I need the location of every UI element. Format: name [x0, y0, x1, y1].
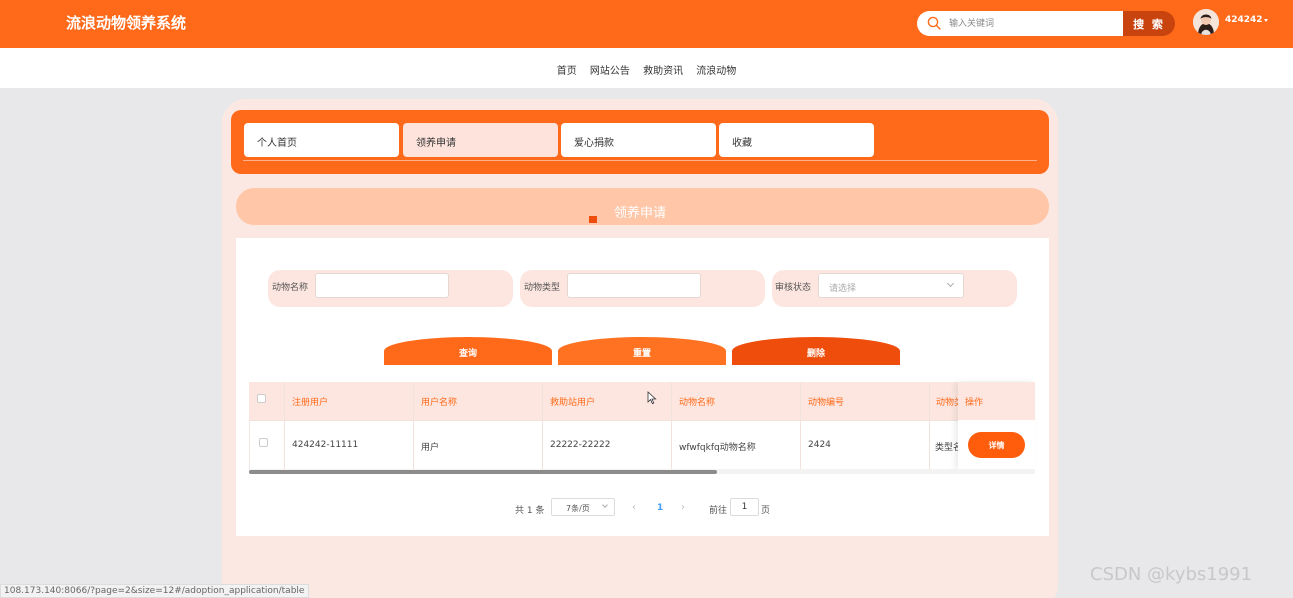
watermark: CSDN @kybs1991 [1090, 564, 1253, 585]
mouse-cursor-icon [647, 391, 657, 405]
site-brand[interactable]: 流浪动物领养系统 [66, 12, 186, 33]
nav-items: 首页 网站公告 救助资讯 流浪动物 [0, 62, 1293, 77]
query-button[interactable]: 查询 [384, 337, 552, 365]
main-nav: 首页 网站公告 救助资讯 流浪动物 [0, 48, 1293, 88]
review-status-label: 审核状态 [775, 283, 812, 293]
search-input[interactable] [917, 11, 1127, 36]
page-size-value: 7条/页 [566, 504, 590, 513]
animal-type-label: 动物类型 [524, 283, 561, 293]
row-divider [249, 420, 1035, 421]
column-divider [800, 382, 801, 470]
detail-button[interactable]: 详情 [968, 432, 1025, 458]
cell-user-name: 用户 [421, 443, 440, 453]
column-divider [671, 382, 672, 470]
header-registered-user[interactable]: 注册用户 [292, 395, 328, 408]
status-bar-url: 108.173.140:8066/?page=2&size=12#/adopti… [0, 584, 310, 598]
caret-down-icon[interactable] [1264, 19, 1268, 22]
goto-page-input[interactable]: 1 [730, 498, 759, 516]
animal-type-input[interactable] [567, 273, 701, 298]
header-actions: 操作 [965, 398, 984, 408]
nav-item-announcements[interactable]: 网站公告 [590, 62, 630, 77]
page-title: 领养申请 [614, 206, 667, 221]
user-avatar[interactable] [1193, 9, 1219, 35]
search-box: 搜 索 [917, 11, 1175, 36]
pagination-total: 共 1 条 [515, 506, 545, 516]
nav-item-home[interactable]: 首页 [557, 62, 577, 77]
cell-rescue-station-user: 22222-22222 [550, 440, 611, 450]
tabs-divider [243, 160, 1037, 161]
cell-animal-name: wfwfqkfq动物名称 [679, 443, 756, 453]
animal-name-input[interactable] [315, 273, 449, 298]
tab-personal-home[interactable]: 个人首页 [244, 123, 399, 157]
row-checkbox[interactable] [259, 438, 268, 447]
page-number-current[interactable]: 1 [657, 503, 663, 513]
select-all-checkbox[interactable] [257, 394, 266, 403]
cell-animal-number: 2424 [808, 440, 831, 450]
reset-button[interactable]: 重置 [558, 337, 726, 365]
goto-label: 前往 [709, 506, 728, 516]
avatar-icon [1193, 9, 1219, 35]
table-header-row [249, 382, 1035, 420]
tab-adoption-application[interactable]: 领养申请 [403, 123, 558, 157]
search-icon [927, 16, 941, 30]
header-rescue-station-user[interactable]: 救助站用户 [550, 395, 595, 408]
username-label[interactable]: 424242 [1225, 15, 1263, 25]
title-decoration [589, 216, 597, 223]
column-divider [284, 382, 285, 470]
header-animal-name[interactable]: 动物名称 [679, 395, 715, 408]
prev-page-icon[interactable]: ‹ [632, 502, 636, 513]
review-status-placeholder: 请选择 [829, 284, 857, 294]
column-divider [929, 382, 930, 470]
nav-item-rescue-news[interactable]: 救助资讯 [643, 62, 683, 77]
header-user-name[interactable]: 用户名称 [421, 395, 457, 408]
cell-registered-user: 424242-11111 [292, 440, 359, 450]
delete-button[interactable]: 删除 [732, 337, 900, 365]
column-divider [542, 382, 543, 470]
horizontal-scrollbar-thumb[interactable] [249, 470, 717, 474]
animal-name-label: 动物名称 [272, 283, 309, 293]
nav-item-stray-animals[interactable]: 流浪动物 [696, 62, 736, 77]
next-page-icon[interactable]: › [681, 502, 685, 513]
column-divider [413, 382, 414, 470]
tab-favorites[interactable]: 收藏 [719, 123, 874, 157]
goto-suffix: 页 [761, 506, 771, 516]
header-animal-number[interactable]: 动物编号 [808, 395, 844, 408]
search-button[interactable]: 搜 索 [1123, 11, 1175, 36]
tab-donation[interactable]: 爱心捐款 [561, 123, 716, 157]
